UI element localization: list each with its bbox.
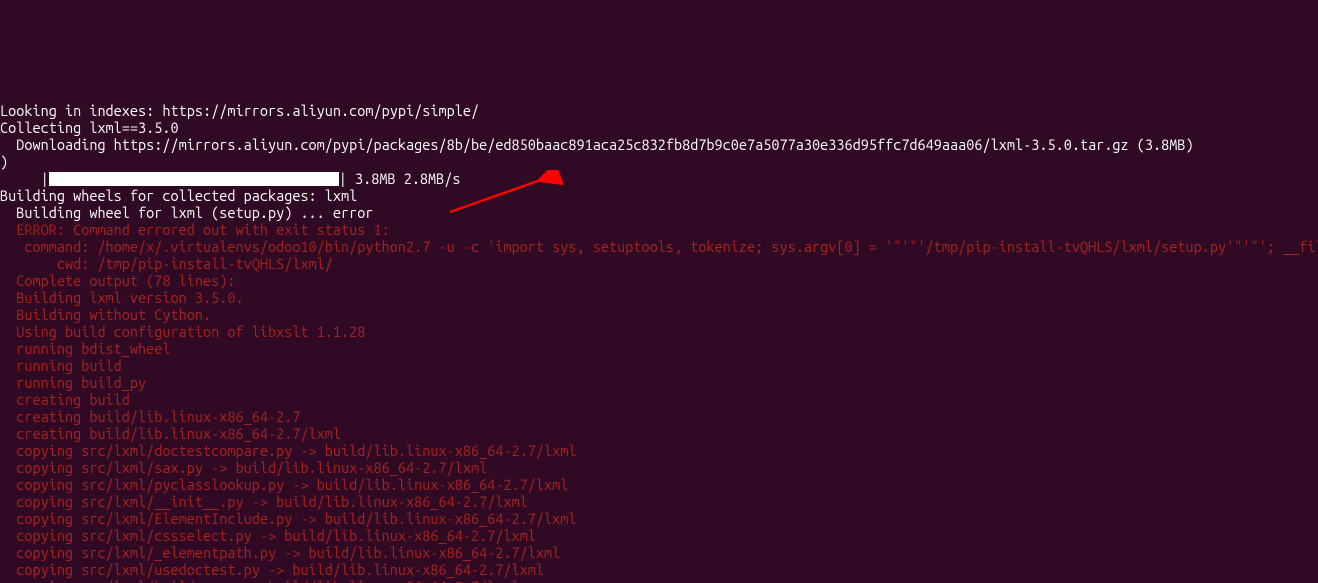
error-line: creating build/lib.linux-x86_64-2.7/lxml bbox=[0, 425, 341, 442]
error-line: copying src/lxml/__init__.py -> build/li… bbox=[0, 493, 528, 510]
terminal-line: Building wheels for collected packages: … bbox=[0, 187, 357, 204]
error-line: ERROR: Command errored out with exit sta… bbox=[0, 221, 390, 238]
error-line: copying src/lxml/doctestcompare.py -> bu… bbox=[0, 442, 577, 459]
error-line: copying src/lxml/builder.py -> build/lib… bbox=[0, 578, 520, 583]
progress-line: || 3.8MB 2.8MB/s bbox=[0, 170, 461, 187]
terminal-line: Looking in indexes: https://mirrors.aliy… bbox=[0, 102, 479, 119]
error-line: copying src/lxml/pyclasslookup.py -> bui… bbox=[0, 476, 568, 493]
progress-bar-icon bbox=[49, 172, 339, 186]
error-line: creating build/lib.linux-x86_64-2.7 bbox=[0, 408, 300, 425]
terminal-output[interactable]: Looking in indexes: https://mirrors.aliy… bbox=[0, 85, 1318, 583]
terminal-line: ) bbox=[0, 153, 8, 170]
error-line: command: /home/x/.virtualenvs/odoo10/bin… bbox=[0, 238, 1318, 255]
error-line: cwd: /tmp/pip-install-tvQHLS/lxml/ bbox=[0, 255, 333, 272]
error-line: running build bbox=[0, 357, 122, 374]
error-line: running build_py bbox=[0, 374, 146, 391]
error-line: copying src/lxml/ElementInclude.py -> bu… bbox=[0, 510, 577, 527]
terminal-line: Building wheel for lxml (setup.py) ... e… bbox=[0, 204, 374, 221]
error-line: copying src/lxml/cssselect.py -> build/l… bbox=[0, 527, 536, 544]
error-line: Complete output (78 lines): bbox=[0, 272, 235, 289]
error-line: copying src/lxml/sax.py -> build/lib.lin… bbox=[0, 459, 487, 476]
terminal-line: Collecting lxml==3.5.0 bbox=[0, 119, 179, 136]
error-line: running bdist_wheel bbox=[0, 340, 171, 357]
error-line: creating build bbox=[0, 391, 130, 408]
terminal-line: Downloading https://mirrors.aliyun.com/p… bbox=[0, 136, 1194, 153]
error-line: copying src/lxml/_elementpath.py -> buil… bbox=[0, 544, 560, 561]
error-line: copying src/lxml/usedoctest.py -> build/… bbox=[0, 561, 544, 578]
error-line: Building without Cython. bbox=[0, 306, 211, 323]
error-line: Using build configuration of libxslt 1.1… bbox=[0, 323, 365, 340]
error-line: Building lxml version 3.5.0. bbox=[0, 289, 244, 306]
